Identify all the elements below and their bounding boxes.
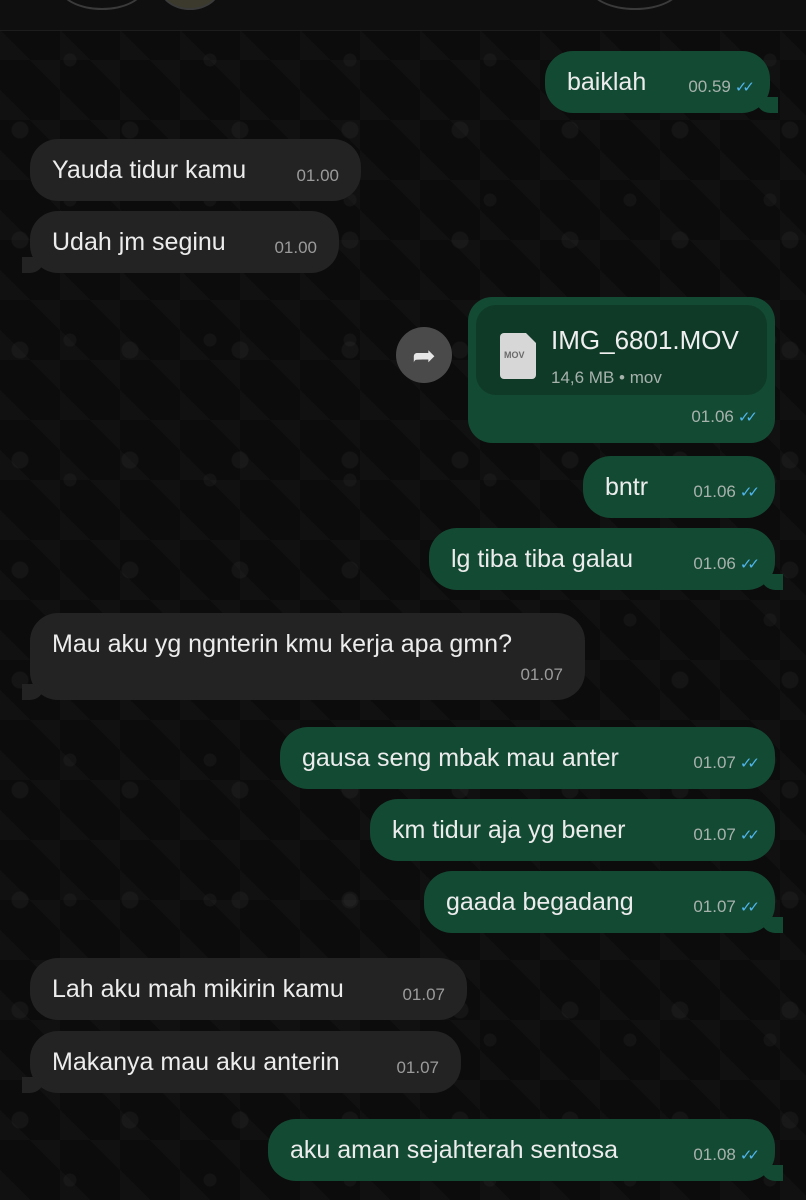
double-check-icon: ✓✓	[734, 79, 755, 96]
message-bubble-outgoing[interactable]: gausa seng mbak mau anter 01.07 ✓✓	[280, 727, 775, 789]
message-bubble-incoming[interactable]: Udah jm seginu 01.00	[22, 211, 339, 273]
message-text: aku aman sejahterah sentosa	[290, 1136, 618, 1164]
message-text: bntr	[605, 473, 649, 501]
message-bubble-outgoing[interactable]: lg tiba tiba galau 01.06 ✓✓	[429, 528, 783, 590]
message-bubble-incoming[interactable]: Mau aku yg ngnterin kmu kerja apa gmn? 0…	[22, 613, 585, 700]
message-bubble-outgoing[interactable]: km tidur aja yg bener 01.07 ✓✓	[370, 799, 775, 861]
message-bubble-outgoing[interactable]: gaada begadang 01.07 ✓✓	[424, 871, 783, 933]
message-time: 01.00	[296, 166, 339, 185]
document-icon: MOV	[500, 333, 536, 379]
file-attachment[interactable]: MOV IMG_6801.MOV 14,6 MB • mov	[476, 305, 767, 395]
message-bubble-incoming[interactable]: Yauda tidur kamu 01.00	[30, 139, 361, 201]
message-time: 01.06 ✓✓	[691, 402, 758, 433]
double-check-icon: ✓✓	[739, 755, 760, 772]
message-time: 01.06 ✓✓	[693, 549, 760, 580]
contact-avatar[interactable]	[160, 0, 220, 10]
message-time: 01.07	[396, 1058, 439, 1077]
message-time: 01.07 ✓✓	[693, 748, 760, 779]
message-bubble-incoming[interactable]: Makanya mau aku anterin 01.07	[22, 1031, 461, 1093]
message-text: Mau aku yg ngnterin kmu kerja apa gmn?	[52, 630, 512, 658]
message-time: 01.07 ✓✓	[693, 820, 760, 851]
message-text: km tidur aja yg bener	[392, 816, 626, 844]
message-text: Lah aku mah mikirin kamu	[52, 975, 344, 1003]
message-text: Udah jm seginu	[52, 228, 226, 256]
forward-arrow-icon[interactable]: ➦	[396, 327, 452, 383]
file-message-bubble[interactable]: MOV IMG_6801.MOV 14,6 MB • mov 01.06 ✓✓	[468, 297, 775, 443]
message-bubble-incoming[interactable]: Lah aku mah mikirin kamu 01.07	[30, 958, 467, 1020]
message-text: gausa seng mbak mau anter	[302, 744, 619, 772]
message-text: gaada begadang	[446, 888, 634, 916]
message-text: Yauda tidur kamu	[52, 156, 247, 184]
double-check-icon: ✓✓	[739, 899, 760, 916]
message-bubble-outgoing[interactable]: baiklah 00.59 ✓✓	[545, 51, 778, 113]
message-time: 01.06 ✓✓	[693, 477, 760, 508]
message-text: baiklah	[567, 68, 647, 96]
message-time: 01.00	[274, 238, 317, 257]
call-button[interactable]	[590, 0, 680, 10]
double-check-icon: ✓✓	[739, 484, 760, 501]
double-check-icon: ✓✓	[739, 1147, 760, 1164]
message-time: 01.07	[520, 665, 563, 684]
double-check-icon: ✓✓	[739, 827, 760, 844]
message-time: 01.08 ✓✓	[693, 1140, 760, 1171]
file-name: IMG_6801.MOV	[551, 325, 739, 355]
double-check-icon: ✓✓	[737, 409, 758, 426]
message-time: 01.07	[402, 985, 445, 1004]
message-time: 00.59 ✓✓	[688, 72, 755, 103]
message-bubble-outgoing[interactable]: aku aman sejahterah sentosa 01.08 ✓✓	[268, 1119, 783, 1181]
message-time: 01.07 ✓✓	[693, 892, 760, 923]
message-text: lg tiba tiba galau	[451, 545, 634, 573]
message-bubble-outgoing[interactable]: bntr 01.06 ✓✓	[583, 456, 775, 518]
double-check-icon: ✓✓	[739, 556, 760, 573]
file-meta: 14,6 MB • mov	[551, 368, 662, 387]
back-button[interactable]	[60, 0, 144, 10]
message-text: Makanya mau aku anterin	[52, 1048, 340, 1076]
chat-header	[0, 0, 806, 31]
